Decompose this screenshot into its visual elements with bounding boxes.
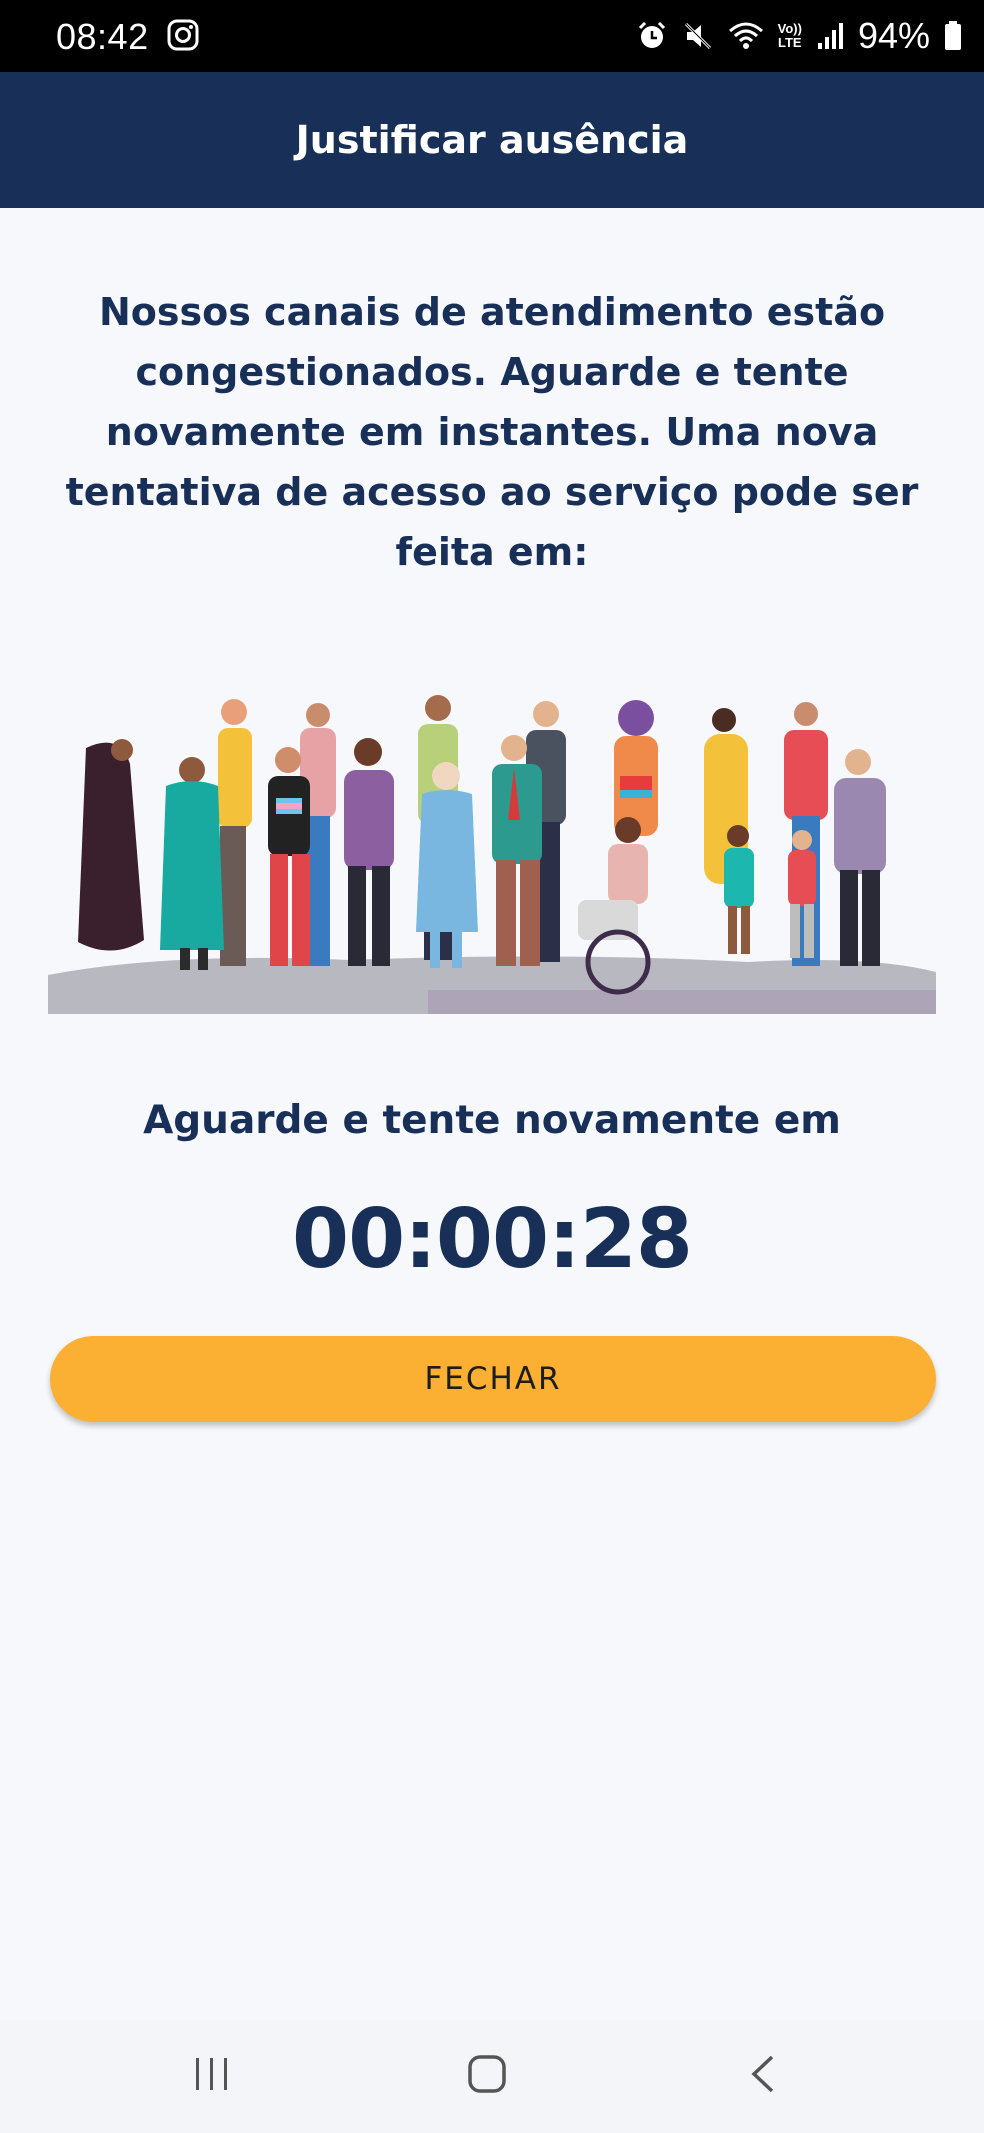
wifi-icon [728, 21, 764, 51]
signal-icon [816, 21, 844, 51]
close-button[interactable]: FECHAR [50, 1336, 936, 1422]
wait-label: Aguarde e tente novamente em [143, 1098, 841, 1143]
status-bar: 08:42 Vo)) LTE 94% [0, 0, 984, 72]
alarm-icon [636, 20, 668, 52]
recent-apps-icon[interactable] [192, 2054, 232, 2098]
status-time: 08:42 [56, 16, 149, 57]
congestion-message: Nossos canais de atendimento estão conge… [65, 290, 919, 574]
instagram-icon [166, 18, 200, 52]
diverse-people-illustration [48, 690, 936, 1014]
mute-icon [682, 20, 714, 52]
status-icons: Vo)) LTE 94% [636, 14, 962, 58]
back-icon[interactable] [748, 2054, 778, 2098]
system-nav-bar [0, 2020, 984, 2133]
battery-icon [944, 21, 962, 51]
app-header: Justificar ausência [0, 72, 984, 208]
page-title: Justificar ausência [295, 118, 689, 162]
volte-icon: Vo)) LTE [777, 21, 802, 50]
countdown-timer: 00:00:28 [292, 1192, 693, 1287]
battery-level: 94% [857, 15, 930, 56]
home-icon[interactable] [467, 2054, 507, 2098]
